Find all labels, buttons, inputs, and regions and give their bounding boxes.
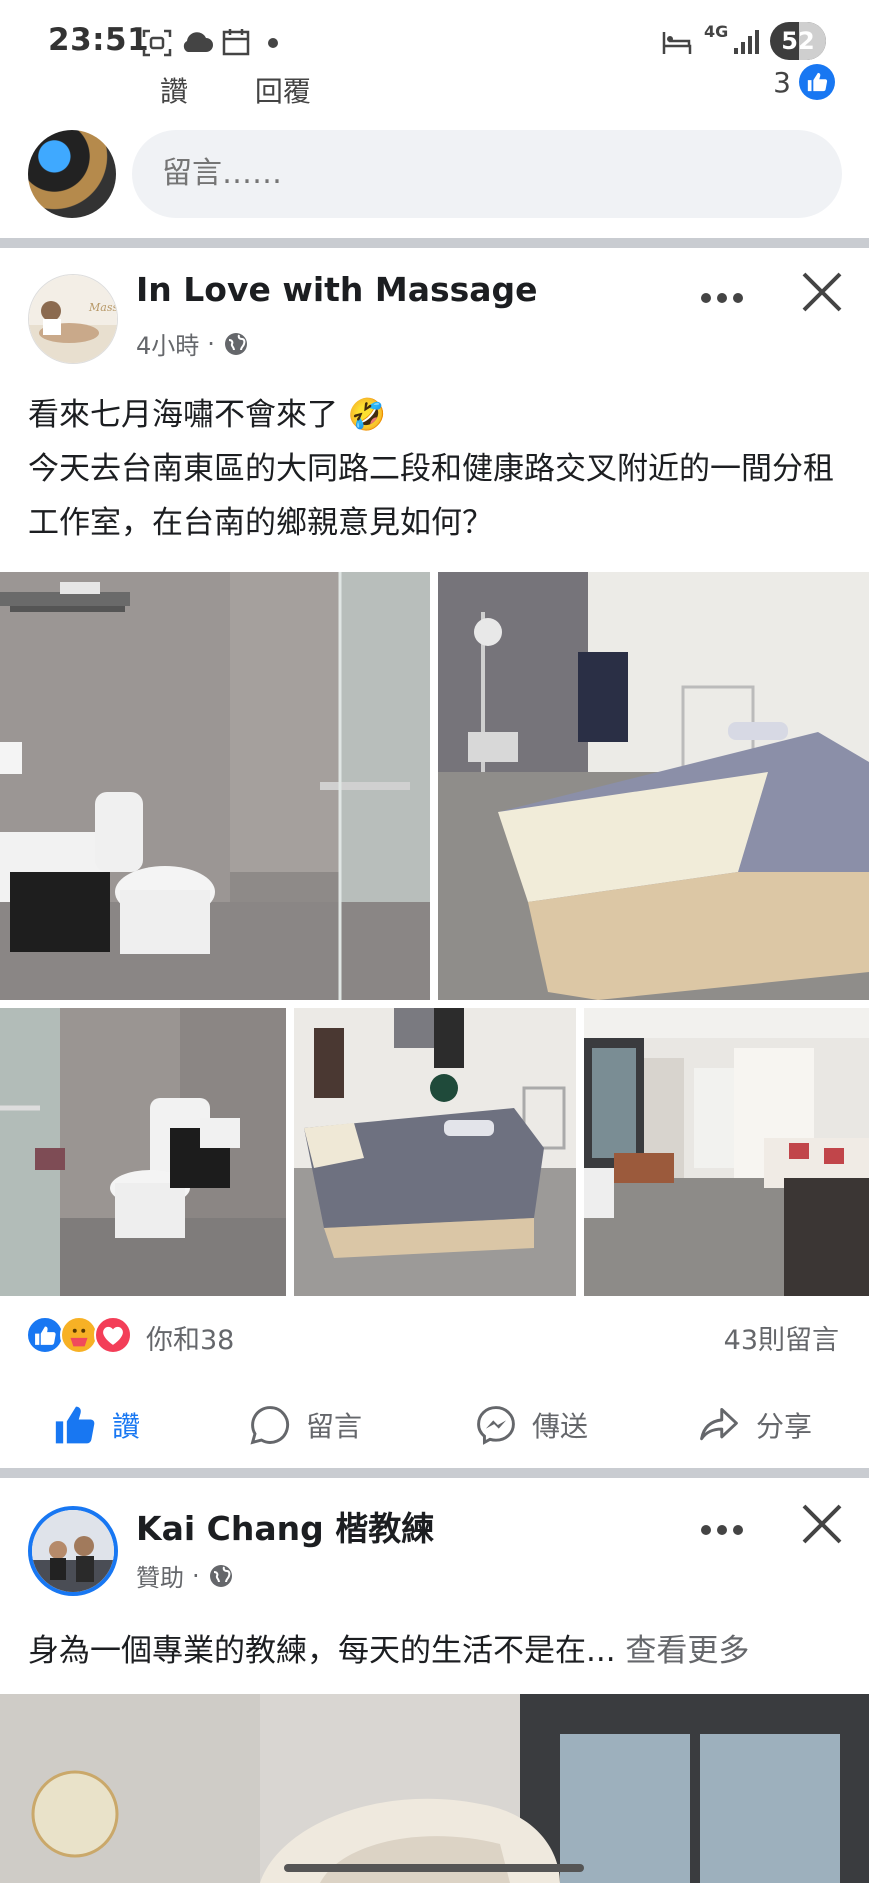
photo-massage-bed[interactable] (294, 1008, 576, 1296)
more-options-button[interactable] (700, 272, 744, 313)
close-icon (802, 272, 842, 312)
sponsored-photo[interactable] (0, 1694, 869, 1883)
photo-studio-overview[interactable] (584, 1008, 869, 1296)
share-button[interactable]: 分享 (696, 1392, 812, 1458)
avatar[interactable] (28, 130, 116, 218)
post-text-line1: 看來七月海嘯不會來了 🤣 (28, 388, 848, 442)
cloud-icon (183, 32, 213, 52)
sponsored-text-body: 身為一個專業的教練，每天的生活不是在... (28, 1633, 616, 1669)
meta-separator: · (192, 1561, 200, 1590)
hide-post-button[interactable] (800, 270, 848, 318)
laughing-emoji-icon: 🤣 (347, 397, 387, 433)
post-text-headline: 看來七月海嘯不會來了 (28, 397, 338, 433)
love-reaction-icon (94, 1316, 132, 1354)
comment-button[interactable]: 留言 (248, 1392, 362, 1458)
like-link[interactable]: 讚 (160, 75, 188, 108)
like-icon (55, 1406, 95, 1444)
photo-bathroom[interactable] (0, 572, 430, 1000)
home-indicator[interactable] (284, 1864, 584, 1872)
previous-post-likes[interactable]: 3 (773, 64, 835, 100)
battery-indicator: 52 (770, 22, 826, 60)
sponsored-label[interactable]: 贊助 (136, 1558, 184, 1593)
post-meta: 4小時 · (136, 326, 249, 361)
photo-massage-room[interactable] (438, 572, 869, 1000)
close-icon (802, 1504, 842, 1544)
like-button-label: 讚 (112, 1410, 141, 1443)
post-time[interactable]: 4小時 (136, 326, 199, 361)
reaction-icons (26, 1316, 138, 1354)
notification-dot (268, 38, 278, 48)
more-icon (701, 1525, 743, 1535)
post-text-body: 今天去台南東區的大同路二段和健康路交叉附近的一間分租工作室，在台南的鄉親意見如何… (28, 451, 834, 541)
previous-post-actions: 讚 回覆 (160, 70, 369, 110)
sponsored-post-text: 身為一個專業的教練，每天的生活不是在... 查看更多 (28, 1624, 848, 1678)
sponsored-post-header: Kai Chang 楷教練 贊助 · (0, 1502, 869, 1602)
messenger-icon (477, 1406, 515, 1445)
send-button-label: 傳送 (532, 1410, 589, 1443)
feed-divider (0, 1468, 869, 1478)
scan-icon (142, 29, 172, 57)
globe-icon (209, 1564, 232, 1587)
see-more-link[interactable]: 查看更多 (625, 1633, 749, 1669)
svg-text:Massage: Massage (88, 301, 118, 314)
globe-icon (224, 332, 247, 355)
reply-link[interactable]: 回覆 (255, 75, 311, 108)
reactions-row[interactable]: 你和38 43則留言 (0, 1312, 869, 1358)
like-reaction-icon (26, 1316, 64, 1354)
share-icon (700, 1407, 738, 1441)
comment-button-label: 留言 (306, 1410, 363, 1443)
care-reaction-icon (60, 1316, 98, 1354)
share-button-label: 分享 (756, 1410, 813, 1443)
more-options-button[interactable] (700, 1504, 744, 1545)
battery-percent: 52 (781, 27, 815, 55)
signal-icon (734, 30, 759, 54)
hide-post-button[interactable] (800, 1502, 848, 1550)
bed-icon (662, 32, 692, 54)
like-count: 3 (773, 65, 791, 99)
reaction-count[interactable]: 你和38 (146, 1318, 234, 1357)
photo-toilet[interactable] (0, 1008, 286, 1296)
post-header: Massage In Love with Massage 4小時 · (0, 270, 869, 370)
post-text: 看來七月海嘯不會來了 🤣 今天去台南東區的大同路二段和健康路交叉附近的一間分租工… (28, 388, 848, 550)
comment-composer (0, 126, 869, 236)
page-name[interactable]: In Love with Massage (136, 270, 538, 309)
status-time: 23:51 (48, 22, 150, 58)
feed-divider (0, 238, 869, 248)
sponsored-meta: 贊助 · (136, 1558, 234, 1593)
like-button[interactable]: 讚 (54, 1392, 140, 1458)
status-bar: 23:51 4G 52 (0, 0, 869, 80)
calendar-icon (222, 29, 250, 56)
sponsor-avatar[interactable] (28, 1506, 118, 1596)
comment-input[interactable] (132, 130, 842, 218)
page-avatar[interactable]: Massage (28, 274, 118, 364)
like-badge-icon (799, 64, 835, 100)
post-action-bar: 讚 留言 傳送 分享 (0, 1392, 869, 1458)
comment-icon (250, 1406, 290, 1445)
more-icon (701, 293, 743, 303)
send-button[interactable]: 傳送 (474, 1392, 588, 1458)
sponsor-name[interactable]: Kai Chang 楷教練 (136, 1502, 434, 1550)
network-label: 4G (704, 22, 729, 41)
meta-separator: · (207, 329, 215, 358)
comment-count[interactable]: 43則留言 (724, 1318, 839, 1357)
